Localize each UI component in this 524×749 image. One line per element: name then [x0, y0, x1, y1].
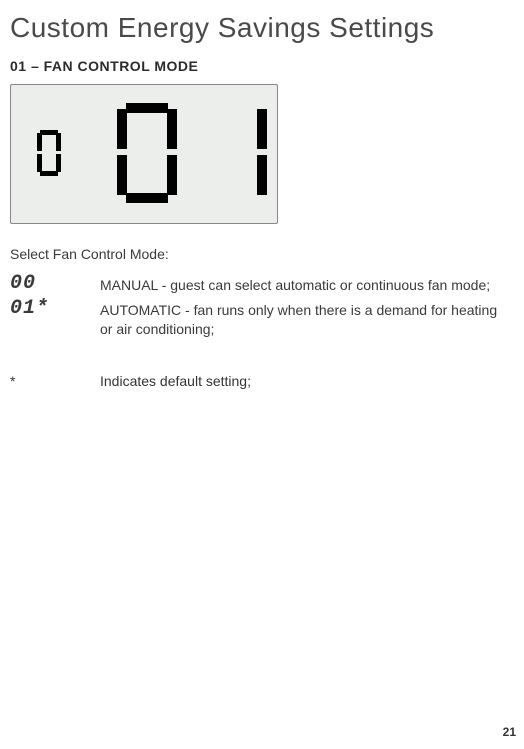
option-description: MANUAL - guest can select automatic or c…: [100, 274, 510, 299]
lcd-big-digit-left: [117, 103, 177, 203]
lcd-big-digit-right: [207, 103, 267, 203]
option-row: 01* AUTOMATIC - fan runs only when there…: [10, 299, 510, 343]
option-code: 01*: [10, 299, 100, 343]
page-number: 21: [503, 725, 516, 739]
footnote-row: * Indicates default setting;: [10, 343, 510, 389]
lead-text: Select Fan Control Mode:: [10, 246, 510, 262]
option-row: 00 MANUAL - guest can select automatic o…: [10, 274, 510, 299]
footnote-text: Indicates default setting;: [100, 343, 510, 389]
options-table: 00 MANUAL - guest can select automatic o…: [10, 274, 510, 389]
manual-page: Custom Energy Savings Settings 01 – FAN …: [0, 0, 524, 749]
section-heading: 01 – FAN CONTROL MODE: [10, 58, 510, 74]
option-code: 00: [10, 274, 100, 299]
footnote-mark: *: [10, 343, 100, 389]
lcd-display: [10, 84, 278, 224]
page-title: Custom Energy Savings Settings: [10, 12, 510, 44]
option-description: AUTOMATIC - fan runs only when there is …: [100, 299, 510, 343]
lcd-small-digit: [37, 130, 61, 176]
